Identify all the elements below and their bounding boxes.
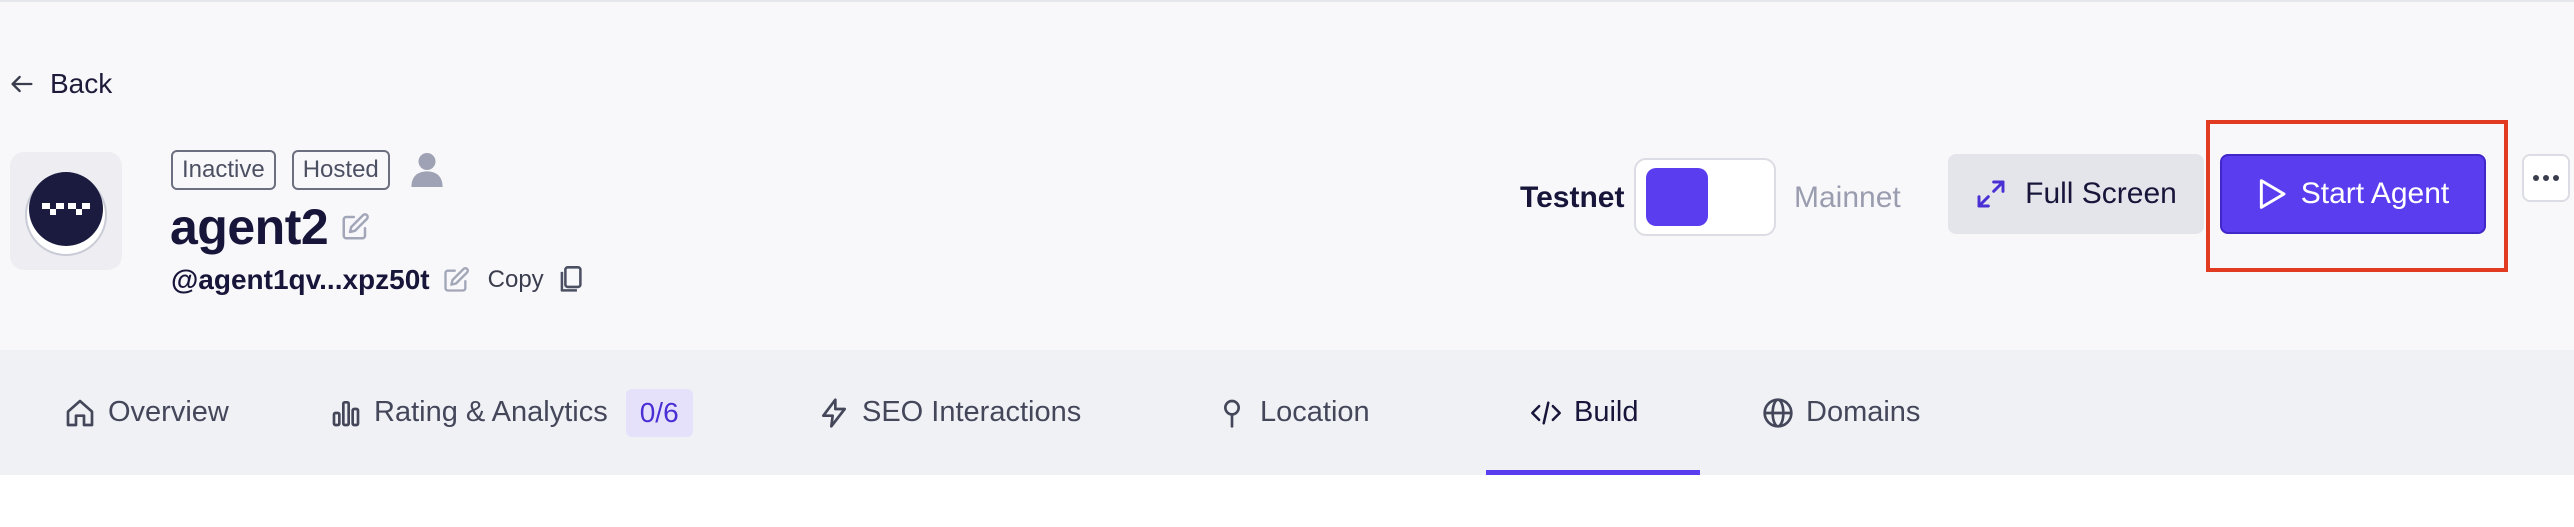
agent-handle: @agent1qv...xpz50t (171, 264, 430, 295)
home-icon (66, 399, 94, 426)
rating-count-badge: 0/6 (625, 388, 693, 437)
code-icon (1531, 400, 1561, 425)
tab-seo-interactions[interactable]: SEO Interactions (818, 350, 1081, 475)
person-icon (411, 153, 443, 187)
tab-domains[interactable]: Domains (1762, 350, 1920, 475)
tab-location[interactable]: Location (1216, 350, 1370, 475)
toggle-knob (1646, 168, 1708, 226)
back-link[interactable]: Back (8, 66, 112, 102)
arrow-left-icon (11, 75, 33, 93)
lightning-icon (822, 397, 846, 428)
location-pin-icon (1224, 399, 1240, 428)
tab-overview[interactable]: Overview (64, 350, 229, 475)
back-label: Back (50, 68, 113, 99)
start-agent-button[interactable]: Start Agent (2220, 154, 2486, 234)
tab-seo-interactions-label: SEO Interactions (862, 396, 1082, 428)
agent-name: agent2 (170, 199, 329, 255)
tab-location-label: Location (1260, 396, 1370, 428)
edit-name-icon[interactable] (340, 212, 370, 242)
agent-avatar (10, 152, 122, 270)
agent-handle-row: @agent1qv...xpz50t Copy (171, 264, 584, 296)
status-badge: Inactive (171, 150, 276, 190)
more-horizontal-icon (2533, 175, 2559, 181)
tab-overview-label: Overview (108, 396, 229, 428)
tab-domains-label: Domains (1806, 396, 1921, 428)
more-options-button[interactable] (2522, 154, 2570, 202)
agent-name-row: agent2 (170, 198, 370, 256)
hosting-badge: Hosted (291, 150, 390, 190)
tab-build[interactable]: Build (1530, 350, 1639, 475)
mainnet-label[interactable]: Mainnet (1794, 158, 1901, 238)
network-toggle[interactable] (1634, 158, 1776, 236)
start-agent-label: Start Agent (2300, 177, 2450, 210)
bar-chart-icon (332, 400, 360, 426)
expand-icon (1977, 180, 2005, 208)
tab-rating-analytics[interactable]: Rating & Analytics 0/6 (330, 350, 693, 475)
full-screen-button[interactable]: Full Screen (1948, 154, 2204, 234)
tab-rating-analytics-label: Rating & Analytics (374, 396, 608, 428)
agent-badges: Inactive Hosted (171, 150, 444, 190)
copy-label[interactable]: Copy (488, 266, 544, 294)
edit-handle-icon[interactable] (442, 266, 470, 294)
play-icon (2259, 179, 2286, 209)
tab-build-label: Build (1574, 396, 1639, 428)
agent-tabs: Overview Rating & Analytics 0/6 SEO Inte… (0, 350, 2574, 475)
active-tab-indicator (1486, 470, 1700, 475)
copy-icon[interactable] (556, 265, 584, 295)
agent-header: Back Inactive Hosted agent2 @agent1qv...… (0, 2, 2574, 350)
full-screen-label: Full Screen (2025, 177, 2177, 210)
globe-icon (1763, 397, 1793, 428)
robot-icon (25, 172, 107, 256)
testnet-label[interactable]: Testnet (1520, 158, 1624, 238)
